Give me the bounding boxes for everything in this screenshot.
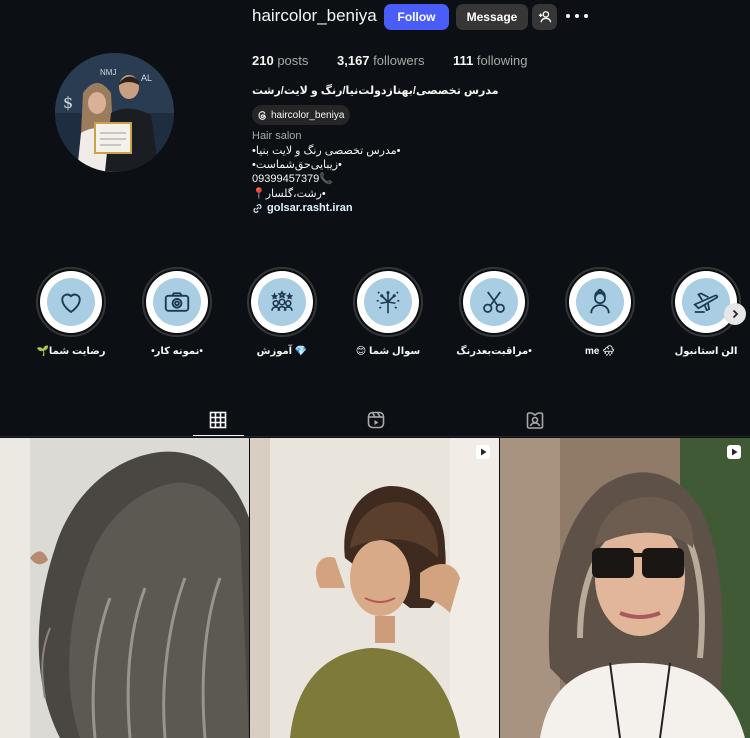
post-thumbnail[interactable] (250, 438, 499, 738)
chevron-right-icon (732, 309, 739, 319)
more-options-button[interactable] (566, 8, 588, 24)
highlight-item[interactable]: الن استانبول (671, 267, 741, 357)
suggest-user-button[interactable] (532, 4, 557, 30)
followers-count: 3,167 (337, 53, 370, 68)
woman-icon (590, 288, 610, 314)
profile-avatar[interactable]: $ AL NMJ (55, 53, 174, 172)
scissors-icon (483, 291, 505, 313)
reels-icon (367, 411, 385, 429)
post-image (250, 438, 499, 738)
message-button[interactable]: Message (456, 4, 528, 30)
dot (584, 14, 588, 18)
following-label: following (476, 53, 528, 68)
highlights-next-button[interactable] (724, 303, 746, 325)
post-image (0, 438, 249, 738)
profile-link[interactable]: golsar.rasht.iran (252, 202, 353, 214)
highlight-item[interactable]: •مراقبت‌بعدرنگ (456, 267, 532, 357)
bio-line: •رشت،گلسار📍 (252, 188, 326, 200)
tab-posts[interactable] (206, 408, 230, 432)
fireworks-icon (376, 291, 400, 314)
tab-divider (0, 436, 750, 437)
posts-stat: 210 posts (252, 53, 308, 68)
posts-label: posts (277, 53, 309, 68)
bio-phone: 09399457379📞 (252, 173, 333, 185)
heart-icon (61, 293, 81, 314)
svg-text:AL: AL (141, 73, 152, 83)
highlight-label: الن استانبول (674, 346, 738, 357)
following-count: 111 (453, 53, 474, 68)
threads-handle: haircolor_beniya (271, 109, 345, 121)
airplane-icon (693, 292, 719, 313)
highlight-item[interactable]: سوال شما 😊 (353, 267, 423, 357)
group-stars-icon (271, 290, 294, 311)
highlight-label: me 🌧 (585, 346, 615, 357)
highlight-item[interactable]: •نمونه کار• (142, 267, 212, 357)
post-image (500, 438, 750, 738)
highlight-label: •مراقبت‌بعدرنگ (456, 346, 532, 357)
avatar-photo: $ AL NMJ (55, 53, 174, 172)
svg-text:$: $ (63, 93, 73, 112)
add-user-icon (538, 11, 551, 23)
grid-icon (209, 411, 227, 429)
following-stat[interactable]: 111 following (453, 53, 527, 68)
reel-icon (727, 445, 741, 459)
followers-stat[interactable]: 3,167 followers (337, 53, 424, 68)
highlight-item[interactable]: 💎 آموزش (247, 267, 317, 357)
threads-badge[interactable]: haircolor_beniya (252, 105, 351, 125)
posts-count: 210 (252, 53, 274, 68)
link-icon (253, 203, 262, 213)
follow-button[interactable]: Follow (384, 4, 449, 30)
bio-line: •زیبایی‌حق‌شماست• (252, 159, 342, 171)
followers-label: followers (373, 53, 425, 68)
profile-link-text: golsar.rasht.iran (267, 202, 353, 214)
highlight-label: 💎 آموزش (256, 346, 308, 357)
bio-line: •مدرس تخصصی رنگ و لایت بنیا• (252, 145, 401, 157)
profile-username: haircolor_beniya (252, 6, 377, 25)
highlight-item[interactable]: رضایت شما🌱 (36, 267, 106, 357)
tab-tagged[interactable] (523, 408, 547, 432)
highlight-label: •نمونه کار• (151, 346, 203, 357)
reel-icon (476, 445, 490, 459)
dot (575, 14, 579, 18)
profile-full-name: مدرس تخصصی/بهنازدولت‌نیا/رنگ و لایت/رشت (252, 85, 499, 97)
highlight-label: سوال شما 😊 (355, 346, 421, 357)
svg-text:NMJ: NMJ (100, 68, 116, 77)
highlight-label: رضایت شما🌱 (36, 346, 106, 357)
post-thumbnail[interactable] (0, 438, 249, 738)
tab-reels[interactable] (364, 408, 388, 432)
profile-category: Hair salon (252, 130, 302, 142)
dot (566, 14, 570, 18)
threads-icon (258, 110, 266, 120)
camera-icon (164, 292, 190, 312)
tagged-icon (526, 412, 544, 429)
highlight-item[interactable]: me 🌧 (565, 267, 635, 357)
post-thumbnail[interactable] (500, 438, 750, 738)
